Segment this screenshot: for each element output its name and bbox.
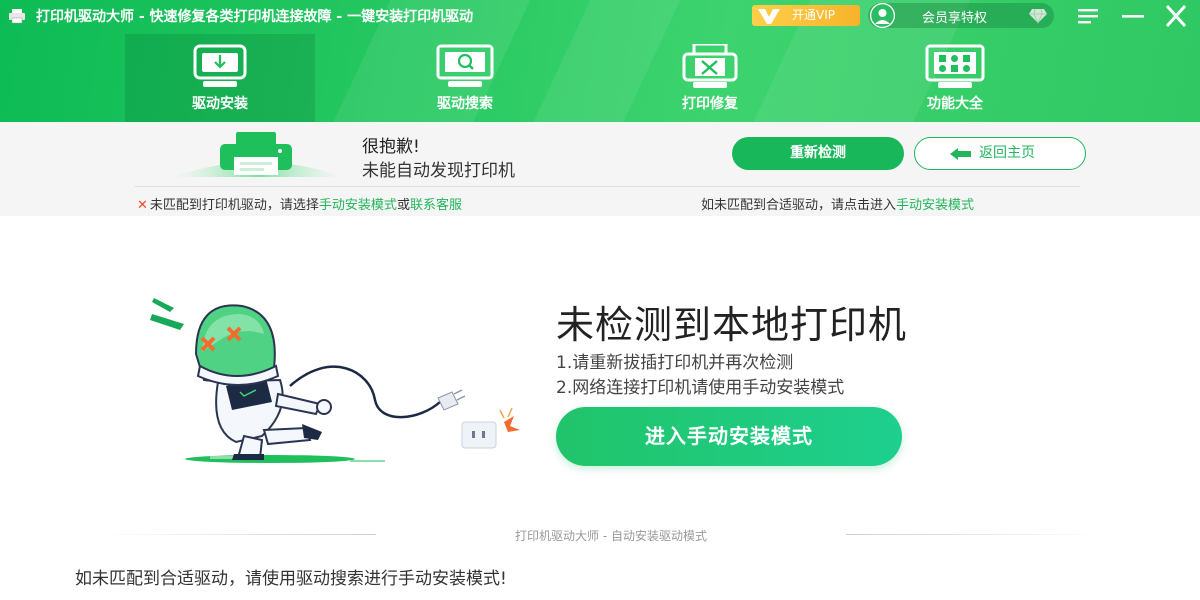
sorry-text: 很抱歉! [362, 137, 420, 157]
tab-printer-repair-label: 打印修复 [682, 96, 738, 112]
tab-printer-repair[interactable]: 打印修复 [615, 34, 805, 122]
hint-left-prefix: 未匹配到打印机驱动，请选择 [149, 198, 319, 213]
not-detected-title: 未检测到本地打印机 [556, 303, 908, 347]
separator-line-left [100, 534, 376, 535]
main-nav: 驱动安装 驱动搜索 打印修复 功能大全 [125, 34, 1105, 122]
tab-all-features[interactable]: 功能大全 [860, 34, 1050, 122]
diamond-icon [1029, 8, 1047, 24]
not-found-text: 未能自动发现打印机 [362, 161, 515, 181]
detection-alert: 很抱歉! 未能自动发现打印机 重新检测 返回主页 ✕ 未匹配到打印机驱动，请选择手… [0, 122, 1200, 216]
menu-icon[interactable] [1075, 4, 1101, 28]
app-title: 打印机驱动大师 - 快速修复各类打印机连接故障 - 一键安装打印机驱动 [36, 9, 474, 25]
driver-install-icon [193, 44, 247, 87]
hint-right: 如未匹配到合适驱动，请点击进入手动安装模式 [701, 194, 974, 213]
bottom-hint: 如未匹配到合适驱动，请使用驱动搜索进行手动安装模式! [75, 569, 507, 589]
hint-left: ✕ 未匹配到打印机驱动，请选择手动安装模式或联系客服 [137, 194, 462, 213]
tab-driver-install[interactable]: 驱动安装 [125, 34, 315, 122]
open-vip-button[interactable]: 开通VIP [752, 5, 860, 26]
back-home-button[interactable]: 返回主页 [914, 137, 1086, 170]
redetect-button[interactable]: 重新检测 [732, 137, 904, 170]
separator-text: 打印机驱动大师 - 自动安装驱动模式 [515, 529, 707, 543]
error-x-icon: ✕ [137, 198, 148, 213]
hint-right-prefix: 如未匹配到合适驱动，请点击进入 [701, 198, 897, 213]
printer-repair-icon [682, 44, 738, 88]
member-label: 会员享特权 [922, 11, 988, 26]
title-bar: 打印机驱动大师 - 快速修复各类打印机连接故障 - 一键安装打印机驱动 开通VI… [0, 0, 1200, 32]
tab-driver-search[interactable]: 驱动搜索 [370, 34, 560, 122]
back-arrow-icon [950, 148, 971, 160]
all-features-icon [925, 44, 985, 88]
astronaut-unplugged-illustration [150, 298, 520, 463]
vip-label: 开通VIP [792, 8, 835, 22]
vip-crown-icon [758, 9, 780, 24]
tip-network-printer: 2.网络连接打印机请使用手动安装模式 [556, 378, 845, 398]
manual-install-link-right[interactable]: 手动安装模式 [896, 198, 974, 213]
tip-replug: 1.请重新拔插打印机并再次检测 [556, 353, 794, 373]
close-icon[interactable] [1163, 4, 1189, 28]
driver-search-icon [436, 44, 494, 87]
printer-logo-icon [9, 9, 25, 24]
user-avatar-icon [870, 3, 895, 28]
hint-left-middle: 或 [396, 198, 410, 213]
tab-all-features-label: 功能大全 [927, 96, 983, 112]
enter-manual-install-button[interactable]: 进入手动安装模式 [556, 407, 902, 466]
back-home-label: 返回主页 [979, 145, 1035, 161]
manual-install-link[interactable]: 手动安装模式 [319, 198, 397, 213]
minimize-icon[interactable] [1120, 4, 1146, 28]
contact-support-link[interactable]: 联系客服 [410, 198, 462, 213]
separator-line-right [846, 534, 1100, 535]
member-privileges-button[interactable]: 会员享特权 [868, 3, 1054, 28]
divider [135, 186, 1080, 187]
tab-driver-install-label: 驱动安装 [192, 96, 248, 112]
app-header: 打印机驱动大师 - 快速修复各类打印机连接故障 - 一键安装打印机驱动 开通VI… [0, 0, 1200, 122]
tab-driver-search-label: 驱动搜索 [437, 96, 493, 112]
printer-illustration [173, 132, 343, 177]
